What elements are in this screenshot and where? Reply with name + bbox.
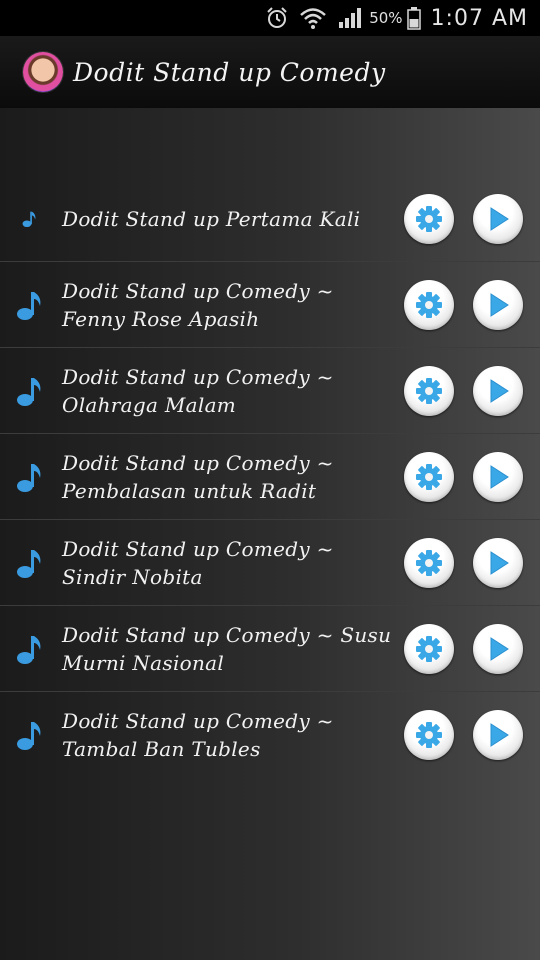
track-row[interactable]: Dodit Stand up Comedy ~ Tambal Ban Tuble… <box>0 692 540 777</box>
status-bar: 50% 1:07 AM <box>0 0 540 36</box>
gear-icon <box>415 549 443 577</box>
app-bar: Dodit Stand up Comedy <box>0 36 540 109</box>
alarm-icon <box>265 6 289 30</box>
gear-icon <box>415 635 443 663</box>
track-row[interactable]: Dodit Stand up Comedy ~ Pembalasan untuk… <box>0 434 540 520</box>
battery-percent: 50% <box>369 9 403 27</box>
track-row[interactable]: Dodit Stand up Comedy ~ Fenny Rose Apasi… <box>0 262 540 348</box>
play-icon <box>486 378 510 404</box>
track-list: Dodit Stand up Pertama Kali Dodit Stand u… <box>0 176 540 777</box>
play-button[interactable] <box>473 451 523 502</box>
settings-button[interactable] <box>404 537 454 588</box>
track-title: Dodit Stand up Comedy ~ Susu Murni Nasio… <box>62 622 392 675</box>
music-note-icon <box>14 547 44 579</box>
gear-icon <box>415 291 443 319</box>
music-note-icon <box>14 633 44 665</box>
play-icon <box>486 292 510 318</box>
settings-button[interactable] <box>404 193 454 244</box>
play-button[interactable] <box>473 709 523 760</box>
track-title: Dodit Stand up Pertama Kali <box>62 206 361 231</box>
track-title: Dodit Stand up Comedy ~ Sindir Nobita <box>62 536 334 589</box>
play-button[interactable] <box>473 279 523 330</box>
play-button[interactable] <box>473 365 523 416</box>
track-title: Dodit Stand up Comedy ~ Fenny Rose Apasi… <box>62 278 334 331</box>
track-row[interactable]: Dodit Stand up Comedy ~ Olahraga Malam <box>0 348 540 434</box>
wifi-icon <box>299 6 327 30</box>
music-note-icon <box>14 375 44 407</box>
play-icon <box>486 206 510 232</box>
music-note-icon <box>14 461 44 493</box>
battery-icon <box>406 6 421 30</box>
settings-button[interactable] <box>404 623 454 674</box>
play-icon <box>486 464 510 490</box>
settings-button[interactable] <box>404 279 454 330</box>
play-icon <box>486 550 510 576</box>
track-title: Dodit Stand up Comedy ~ Pembalasan untuk… <box>62 450 334 503</box>
clock: 1:07 AM <box>430 5 528 31</box>
gear-icon <box>415 463 443 491</box>
track-list-container: Dodit Stand up Pertama Kali Dodit Stand u… <box>0 108 540 960</box>
gear-icon <box>415 377 443 405</box>
play-button[interactable] <box>473 193 523 244</box>
play-button[interactable] <box>473 537 523 588</box>
play-icon <box>486 722 510 748</box>
track-title: Dodit Stand up Comedy ~ Tambal Ban Tuble… <box>62 708 334 761</box>
music-note-icon <box>14 210 44 228</box>
settings-button[interactable] <box>404 709 454 760</box>
music-note-icon <box>14 719 44 751</box>
track-row[interactable]: Dodit Stand up Pertama Kali <box>0 176 540 262</box>
play-button[interactable] <box>473 623 523 674</box>
gear-icon <box>415 721 443 749</box>
app-title: Dodit Stand up Comedy <box>73 57 386 87</box>
gear-icon <box>415 205 443 233</box>
signal-icon <box>337 6 363 30</box>
settings-button[interactable] <box>404 451 454 502</box>
track-title: Dodit Stand up Comedy ~ Olahraga Malam <box>62 364 334 417</box>
music-note-icon <box>14 289 44 321</box>
track-row[interactable]: Dodit Stand up Comedy ~ Sindir Nobita <box>0 520 540 606</box>
settings-button[interactable] <box>404 365 454 416</box>
app-avatar-icon[interactable] <box>23 52 63 92</box>
play-icon <box>486 636 510 662</box>
track-row[interactable]: Dodit Stand up Comedy ~ Susu Murni Nasio… <box>0 606 540 692</box>
